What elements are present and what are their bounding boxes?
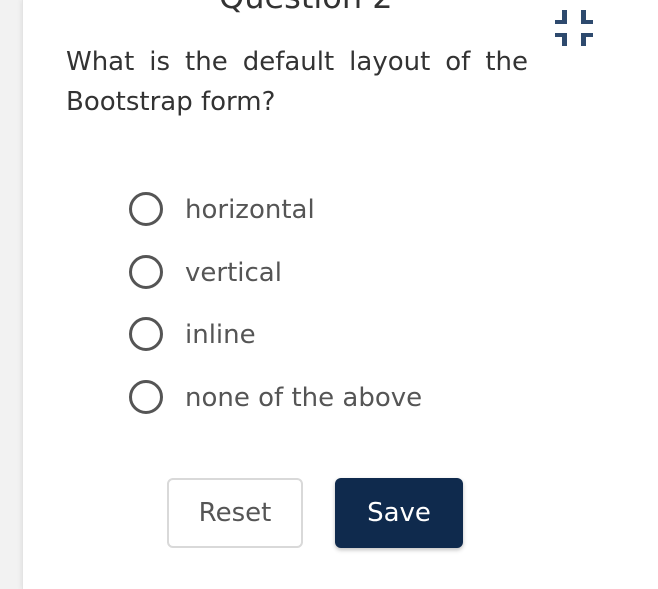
question-text: What is the default layout of the Bootst… [66,47,528,117]
radio-button[interactable] [129,192,163,226]
option-label: inline [185,320,256,350]
radio-button[interactable] [129,254,163,289]
save-button[interactable]: Save [335,478,463,548]
question-card: Question 2 What is the default layout of… [22,0,658,589]
collapse-icon-graphic [555,10,593,46]
option-label: none of the above [185,382,423,413]
radio-button[interactable] [129,317,163,351]
reset-button[interactable]: Reset [167,478,303,548]
radio-button[interactable] [129,379,163,414]
collapse-icon[interactable] [554,9,594,49]
option-label: horizontal [185,195,315,225]
question-title: Question 2 [219,0,393,16]
option-label: vertical [185,257,282,288]
